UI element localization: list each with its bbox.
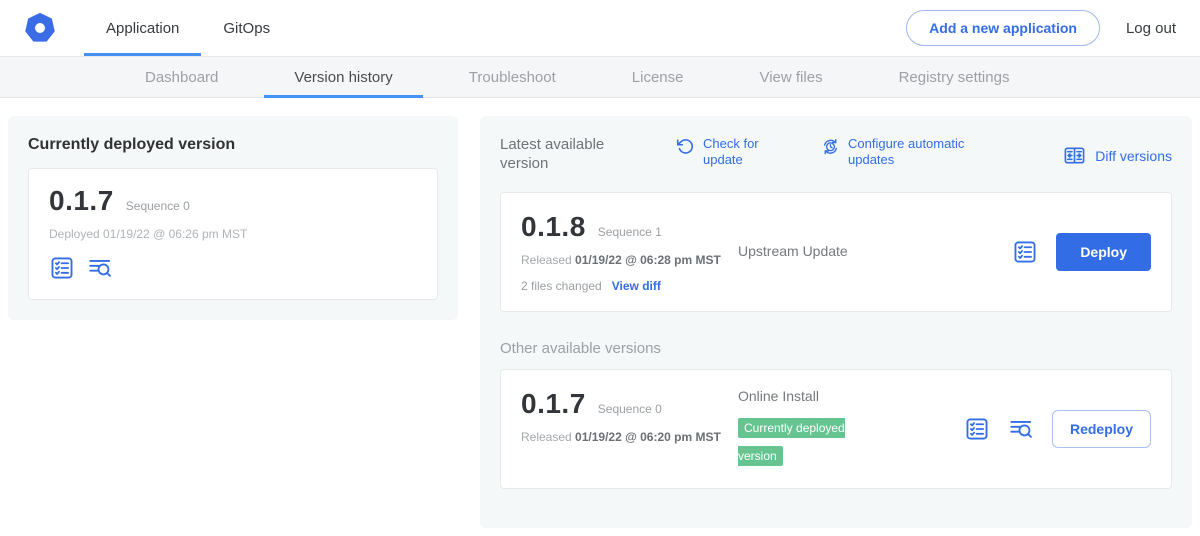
tab-gitops[interactable]: GitOps: [201, 0, 292, 56]
latest-available-title: Latest available version: [500, 136, 630, 174]
latest-source-column: Upstream Update: [726, 243, 911, 261]
deploy-logs-icon[interactable]: [87, 255, 113, 281]
subnav-tab-troubleshoot-label: Troubleshoot: [469, 69, 556, 86]
deploy-logs-icon[interactable]: [1008, 416, 1034, 442]
top-header: Application GitOps Add a new application…: [0, 0, 1200, 56]
deployed-sequence-label: Sequence 0: [126, 199, 190, 213]
subnav-tab-view-files[interactable]: View files: [729, 57, 852, 97]
subnav-tab-dashboard-label: Dashboard: [145, 69, 218, 86]
subnav-tab-view-files-label: View files: [759, 69, 822, 86]
subnav-tab-troubleshoot[interactable]: Troubleshoot: [439, 57, 586, 97]
subnav-tab-registry-settings-label: Registry settings: [899, 69, 1010, 86]
latest-files-row: 2 files changed View diff: [521, 279, 726, 293]
latest-sequence-label: Sequence 1: [598, 225, 662, 239]
diff-icon: [1063, 144, 1086, 167]
tab-application-label: Application: [106, 20, 179, 37]
subnav-tab-dashboard[interactable]: Dashboard: [115, 57, 248, 97]
diff-versions-label: Diff versions: [1095, 148, 1172, 164]
deploy-button[interactable]: Deploy: [1056, 233, 1151, 271]
preflight-checklist-icon[interactable]: [964, 416, 990, 442]
other-source-column: Online Install Currently deployed versio…: [726, 388, 911, 470]
view-diff-link[interactable]: View diff: [612, 279, 661, 293]
check-for-update-label: Check for update: [703, 136, 775, 169]
latest-source-label: Upstream Update: [738, 243, 848, 259]
deployed-actions: [49, 255, 417, 281]
latest-released-timestamp: Released 01/19/22 @ 06:28 pm MST: [521, 251, 726, 269]
other-sequence-label: Sequence 0: [598, 402, 662, 416]
add-new-application-button[interactable]: Add a new application: [906, 10, 1100, 46]
currently-deployed-title: Currently deployed version: [28, 136, 438, 154]
deployed-version-row: 0.1.7 Sequence 0: [49, 185, 417, 217]
logout-link[interactable]: Log out: [1126, 20, 1176, 37]
latest-version-actions: Deploy: [1012, 233, 1151, 271]
configure-automatic-updates-label: Configure automatic updates: [848, 136, 998, 169]
app-subnav: Dashboard Version history Troubleshoot L…: [0, 56, 1200, 98]
redeploy-button[interactable]: Redeploy: [1052, 410, 1151, 448]
subnav-tab-version-history[interactable]: Version history: [264, 57, 422, 97]
other-released-timestamp: Released 01/19/22 @ 06:20 pm MST: [521, 428, 726, 446]
deployed-version-number: 0.1.7: [49, 185, 114, 217]
deployed-timestamp: Deployed 01/19/22 @ 06:26 pm MST: [49, 227, 417, 241]
tab-application[interactable]: Application: [84, 0, 201, 56]
other-version-number: 0.1.7: [521, 388, 586, 420]
currently-deployed-badge: Currently deployed version: [738, 418, 845, 466]
diff-versions-button[interactable]: Diff versions: [1063, 136, 1172, 167]
schedule-update-icon: [821, 137, 840, 156]
currently-deployed-badge-wrap: Currently deployed version: [738, 414, 890, 470]
header-right: Add a new application Log out: [906, 10, 1176, 46]
configure-automatic-updates-button[interactable]: Configure automatic updates: [821, 136, 998, 169]
kots-logo-icon: [24, 12, 56, 44]
currently-deployed-panel: Currently deployed version 0.1.7 Sequenc…: [8, 116, 458, 320]
check-for-update-button[interactable]: Check for update: [676, 136, 775, 169]
other-version-info: 0.1.7 Sequence 0 Released 01/19/22 @ 06:…: [521, 388, 726, 470]
subnav-tab-version-history-label: Version history: [294, 69, 392, 86]
other-available-versions-title: Other available versions: [500, 340, 1172, 357]
available-versions-panel: Latest available version Check for updat…: [480, 116, 1192, 528]
main-content: Currently deployed version 0.1.7 Sequenc…: [0, 98, 1200, 528]
subnav-tab-registry-settings[interactable]: Registry settings: [869, 57, 1040, 97]
latest-version-card: 0.1.8 Sequence 1 Released 01/19/22 @ 06:…: [500, 192, 1172, 312]
tab-gitops-label: GitOps: [223, 20, 270, 37]
top-nav: Application GitOps: [84, 0, 292, 56]
subnav-tab-license-label: License: [632, 69, 684, 86]
deployed-version-card: 0.1.7 Sequence 0 Deployed 01/19/22 @ 06:…: [28, 168, 438, 300]
preflight-checklist-icon[interactable]: [49, 255, 75, 281]
other-version-actions: Redeploy: [964, 410, 1151, 448]
latest-version-info: 0.1.8 Sequence 1 Released 01/19/22 @ 06:…: [521, 211, 726, 293]
subnav-tab-license[interactable]: License: [602, 57, 714, 97]
latest-version-number: 0.1.8: [521, 211, 586, 243]
preflight-checklist-icon[interactable]: [1012, 239, 1038, 265]
available-versions-header: Latest available version Check for updat…: [500, 136, 1172, 174]
other-source-label: Online Install: [738, 388, 819, 404]
refresh-icon: [676, 137, 695, 156]
other-version-card: 0.1.7 Sequence 0 Released 01/19/22 @ 06:…: [500, 369, 1172, 489]
files-changed-label: 2 files changed: [521, 279, 602, 293]
